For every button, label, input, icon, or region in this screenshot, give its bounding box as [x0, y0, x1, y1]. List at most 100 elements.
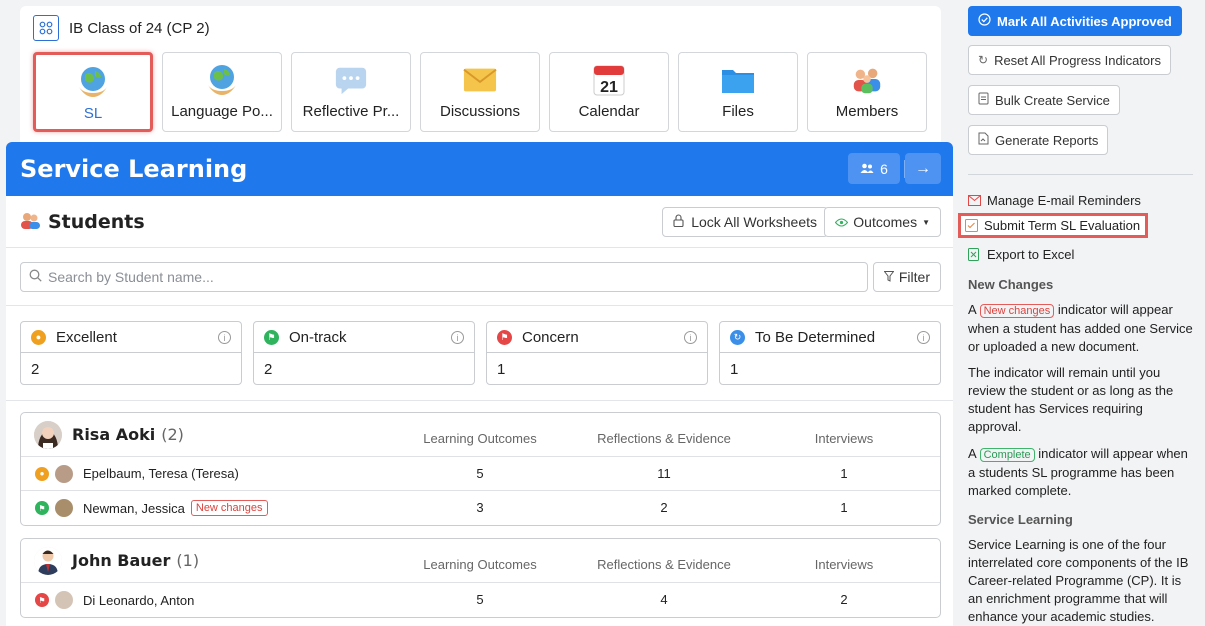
reflections-count: 4 [660, 592, 668, 607]
group-name: Risa Aoki [72, 425, 156, 444]
generate-reports-label: Generate Reports [995, 132, 1099, 148]
student-name: Epelbaum, Teresa (Teresa) [83, 466, 239, 481]
generate-reports-button[interactable]: Generate Reports [968, 125, 1109, 155]
indicator-paragraph: The indicator will remain until you revi… [968, 365, 1174, 434]
search-row: Search by Student name... Filter [6, 248, 953, 306]
members-count-button[interactable]: 6 [848, 153, 900, 184]
bulk-create-service-label: Bulk Create Service [995, 92, 1110, 108]
trophy-icon: ● [31, 329, 46, 345]
reflections-count: 2 [660, 500, 668, 515]
students-icon [20, 211, 40, 232]
stat-to-be-determined[interactable]: ↻ To Be Determined i 1 [719, 321, 941, 385]
tile-label: Members [835, 103, 899, 120]
tool-tiles: SL Language Po... Reflective Pr... Discu… [33, 52, 936, 132]
new-changes-paragraph: A New changes indicator will appear when… [968, 301, 1196, 356]
tile-sl[interactable]: SL [33, 52, 153, 132]
filter-button[interactable]: Filter [872, 262, 941, 292]
arrow-right-button[interactable]: → [905, 153, 941, 184]
complete-paragraph: A Complete indicator will appear when a … [968, 445, 1196, 500]
stat-value: 2 [264, 360, 273, 378]
info-icon[interactable]: i [451, 331, 464, 344]
service-learning-panel: Service Learning 6 → Students Lock All W… [6, 142, 953, 626]
status-summary: ● Excellent i 2 ⚑ On-track i 2 ⚑ Concern… [20, 321, 941, 385]
filter-label: Filter [898, 269, 930, 285]
speech-bubble-icon [334, 63, 368, 97]
mark-all-approved-label: Mark All Activities Approved [997, 13, 1172, 29]
stat-excellent[interactable]: ● Excellent i 2 [20, 321, 242, 385]
reset-progress-label: Reset All Progress Indicators [994, 52, 1161, 68]
stat-value: 1 [730, 360, 739, 378]
tile-discussions[interactable]: Discussions [420, 52, 540, 132]
student-row[interactable]: ⚑ Di Leonardo, Anton 5 4 2 [21, 583, 940, 617]
column-reflections-evidence: Reflections & Evidence [597, 557, 731, 572]
arrow-right-icon: → [915, 159, 931, 177]
reflections-count: 11 [657, 466, 671, 481]
student-row[interactable]: ⚑ Newman, Jessica New changes 3 2 1 [21, 491, 940, 525]
export-excel-label: Export to Excel [987, 247, 1075, 262]
grid-icon [33, 15, 59, 41]
group-count: (2) [161, 425, 184, 444]
advisor-group: Risa Aoki (2) Learning Outcomes Reflecti… [20, 412, 941, 526]
interviews-count: 1 [840, 500, 848, 515]
student-name: Di Leonardo, Anton [83, 592, 195, 608]
checklist-icon [965, 219, 978, 232]
group-name: John Bauer [72, 551, 171, 570]
bulk-create-service-button[interactable]: Bulk Create Service [968, 85, 1120, 115]
caret-down-icon: ▼ [922, 217, 930, 227]
tile-label: Calendar [578, 103, 640, 120]
new-changes-pill: New changes [979, 304, 1055, 318]
text: A [968, 302, 976, 317]
envelope-icon [463, 63, 497, 97]
calendar-day: 21 [600, 79, 618, 96]
tile-members[interactable]: Members [807, 52, 927, 132]
tile-language-portfolio[interactable]: Language Po... [162, 52, 282, 132]
stat-value: 2 [31, 360, 40, 378]
users-icon [860, 161, 874, 177]
search-placeholder: Search by Student name... [48, 269, 214, 285]
stat-value: 1 [497, 360, 506, 378]
globe-hands-icon [76, 65, 110, 99]
student-row[interactable]: ● Epelbaum, Teresa (Teresa) 5 11 1 [21, 457, 940, 491]
check-circle-icon [978, 13, 991, 29]
interviews-count: 2 [840, 592, 848, 607]
lock-icon [673, 214, 684, 230]
export-to-excel-link[interactable]: Export to Excel [968, 247, 1074, 262]
manage-email-reminders-link[interactable]: Manage E-mail Reminders [968, 193, 1141, 208]
learning-outcomes-count: 5 [476, 466, 484, 481]
mark-all-approved-button[interactable]: Mark All Activities Approved [968, 6, 1182, 36]
text: A [968, 446, 976, 461]
flag-icon: ⚑ [35, 501, 49, 515]
outcomes-dropdown[interactable]: Outcomes ▼ [824, 207, 941, 237]
calendar-icon: 21 [592, 63, 626, 97]
stat-on-track[interactable]: ⚑ On-track i 2 [253, 321, 475, 385]
tile-reflective-project[interactable]: Reflective Pr... [291, 52, 411, 132]
tile-calendar[interactable]: 21 Calendar [549, 52, 669, 132]
student-search-input[interactable]: Search by Student name... [20, 262, 868, 292]
info-icon[interactable]: i [218, 331, 231, 344]
course-card: IB Class of 24 (CP 2) SL Language Po... … [20, 6, 941, 146]
avatar [55, 499, 73, 517]
stat-label: To Be Determined [755, 328, 876, 346]
tile-files[interactable]: Files [678, 52, 798, 132]
group-header: Risa Aoki (2) Learning Outcomes Reflecti… [21, 413, 940, 457]
trophy-icon: ● [35, 466, 49, 481]
refresh-icon: ↻ [978, 53, 989, 67]
lock-all-worksheets-button[interactable]: Lock All Worksheets [662, 207, 828, 237]
divider [6, 400, 953, 401]
search-icon [29, 269, 42, 285]
info-icon[interactable]: i [917, 331, 930, 344]
column-reflections-evidence: Reflections & Evidence [597, 431, 731, 446]
submit-term-sl-evaluation-link[interactable]: Submit Term SL Evaluation [958, 213, 1149, 238]
tile-label: Language Po... [171, 103, 273, 120]
course-title: IB Class of 24 (CP 2) [69, 19, 210, 37]
stat-concern[interactable]: ⚑ Concern i 1 [486, 321, 708, 385]
learning-outcomes-count: 3 [476, 500, 484, 515]
manage-email-label: Manage E-mail Reminders [987, 193, 1141, 208]
info-icon[interactable]: i [684, 331, 697, 344]
new-changes-heading: New Changes [968, 277, 1054, 292]
member-count: 6 [880, 160, 888, 177]
interviews-count: 1 [840, 466, 848, 481]
reset-progress-button[interactable]: ↻ Reset All Progress Indicators [968, 45, 1171, 75]
service-learning-paragraph: Service Learning is one of the four inte… [968, 537, 1189, 624]
column-learning-outcomes: Learning Outcomes [423, 557, 537, 572]
